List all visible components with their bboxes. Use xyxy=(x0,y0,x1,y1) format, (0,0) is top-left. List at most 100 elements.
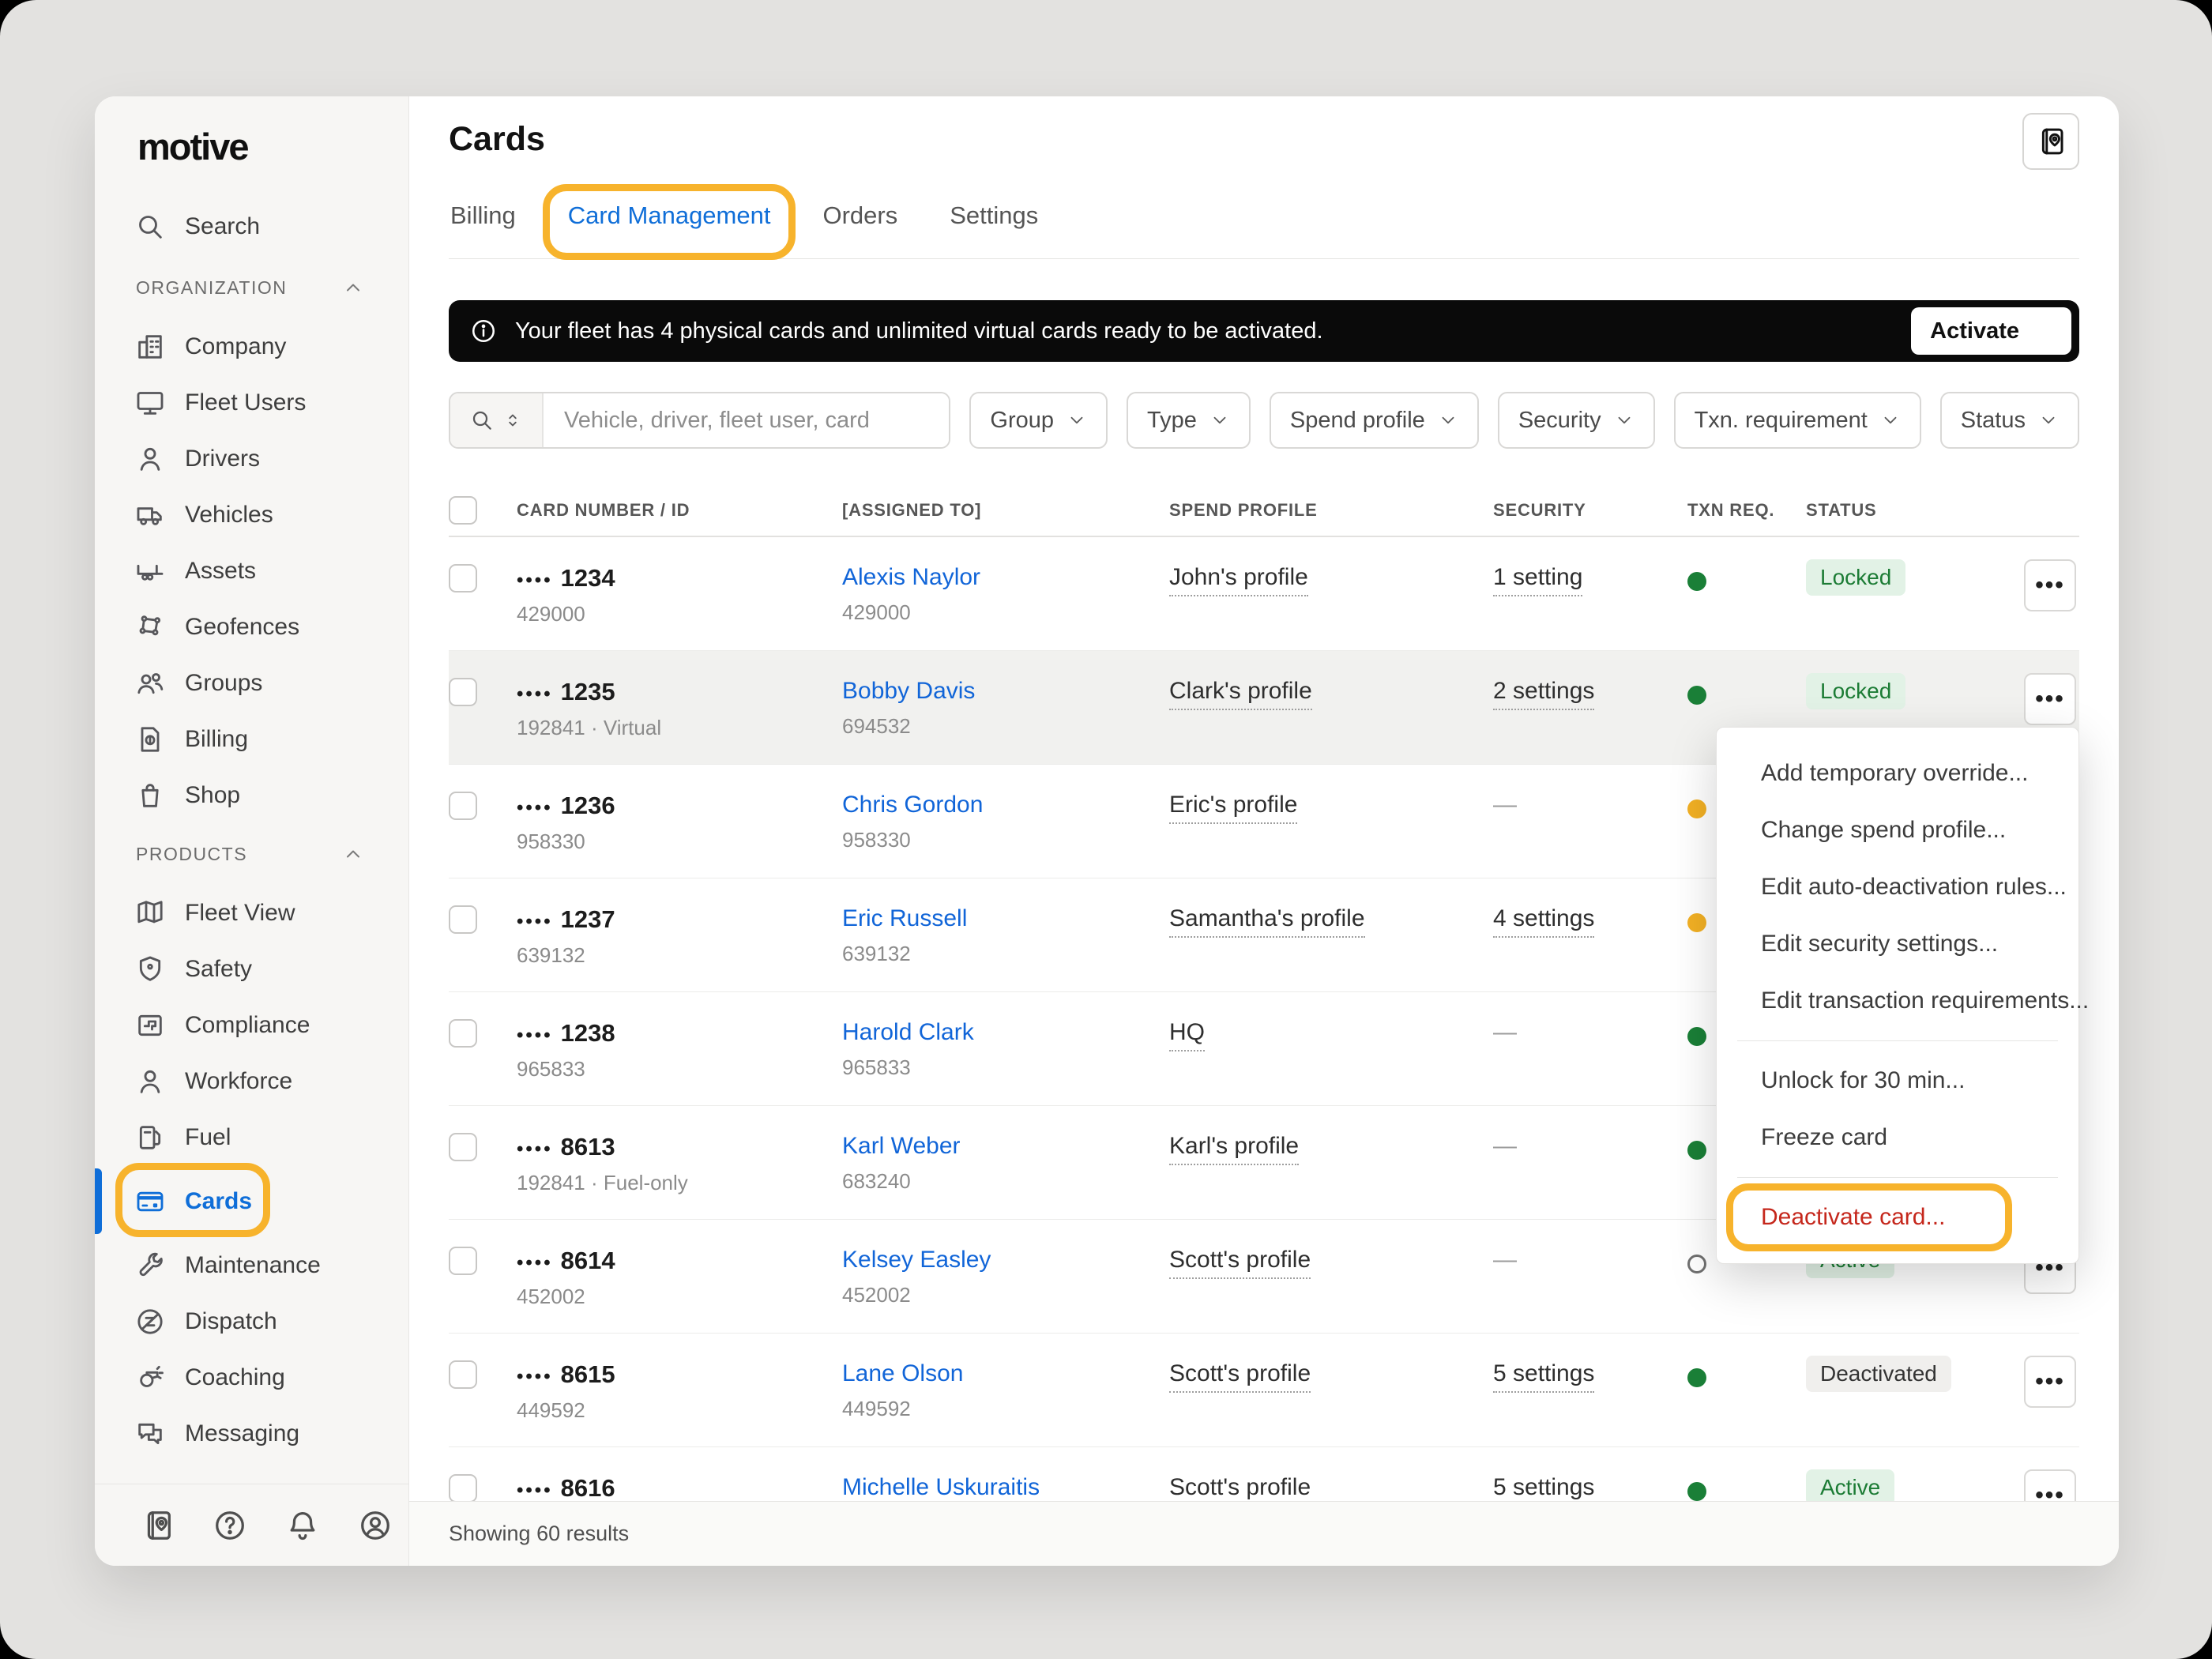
security-link[interactable]: 1 setting xyxy=(1493,564,1582,596)
chevron-up-icon xyxy=(342,276,364,299)
filter-txn-requirement[interactable]: Txn. requirement xyxy=(1674,392,1921,449)
sidebar-item-fleet-view[interactable]: Fleet View xyxy=(95,885,408,941)
row-checkbox[interactable] xyxy=(449,1474,477,1503)
sidebar-item-messaging[interactable]: Messaging xyxy=(95,1405,408,1462)
select-all-checkbox[interactable] xyxy=(449,496,477,525)
assigned-to-link[interactable]: Kelsey Easley xyxy=(842,1247,1169,1273)
filter-status[interactable]: Status xyxy=(1940,392,2079,449)
security-link[interactable]: 4 settings xyxy=(1493,905,1594,938)
assigned-to-link[interactable]: Eric Russell xyxy=(842,905,1169,932)
filter-group[interactable]: Group xyxy=(969,392,1108,449)
sidebar-footer xyxy=(95,1484,408,1566)
sidebar-item-label: Assets xyxy=(185,558,256,585)
txn-req-open-dot xyxy=(1687,1255,1706,1273)
sidebar-section-organization[interactable]: ORGANIZATION xyxy=(95,257,408,318)
assigned-to-id: 449592 xyxy=(842,1397,1169,1421)
menu-item-edit-transaction-requirements[interactable]: Edit transaction requirements... xyxy=(1717,972,2078,1029)
row-checkbox[interactable] xyxy=(449,792,477,820)
menu-item-add-temporary-override[interactable]: Add temporary override... xyxy=(1717,745,2078,802)
row-checkbox[interactable] xyxy=(449,564,477,592)
spend-profile-link[interactable]: Eric's profile xyxy=(1169,792,1297,824)
status-cell: Deactivated xyxy=(1806,1334,1996,1392)
sidebar-item-vehicles[interactable]: Vehicles xyxy=(95,487,408,543)
bell-icon[interactable] xyxy=(284,1507,321,1544)
txn-req-cell xyxy=(1687,1447,1806,1501)
assigned-to-id: 683240 xyxy=(842,1169,1169,1194)
row-checkbox[interactable] xyxy=(449,1360,477,1389)
row-checkbox-cell xyxy=(449,1220,517,1275)
row-checkbox[interactable] xyxy=(449,905,477,934)
spend-profile-link[interactable]: Scott's profile xyxy=(1169,1247,1311,1279)
security-link[interactable]: 5 settings xyxy=(1493,1360,1594,1393)
card-id: 639132 xyxy=(517,943,842,968)
sidebar-item-maintenance[interactable]: Maintenance xyxy=(95,1237,408,1293)
row-checkbox[interactable] xyxy=(449,1133,477,1161)
sidebar-item-drivers[interactable]: Drivers xyxy=(95,431,408,487)
activate-button[interactable]: Activate xyxy=(1911,307,2071,355)
sidebar-section-products[interactable]: PRODUCTS xyxy=(95,823,408,885)
search-input[interactable] xyxy=(544,393,949,447)
map-book-icon[interactable] xyxy=(139,1507,175,1544)
row-actions-button[interactable]: ••• xyxy=(2024,559,2076,611)
sidebar-item-coaching[interactable]: Coaching xyxy=(95,1349,408,1405)
sidebar-item-dispatch[interactable]: Dispatch xyxy=(95,1293,408,1349)
spend-profile-link[interactable]: Clark's profile xyxy=(1169,678,1312,710)
sidebar-item-geofences[interactable]: Geofences xyxy=(95,599,408,655)
menu-item-freeze-card[interactable]: Freeze card xyxy=(1717,1109,2078,1166)
assigned-to-link[interactable]: Lane Olson xyxy=(842,1360,1169,1387)
row-checkbox[interactable] xyxy=(449,678,477,706)
filter-security[interactable]: Security xyxy=(1498,392,1655,449)
sidebar-item-shop[interactable]: Shop xyxy=(95,767,408,823)
tab-billing[interactable]: Billing xyxy=(449,198,517,233)
column-header-txn-req: TXN REQ. xyxy=(1687,500,1806,521)
sidebar-item-cards[interactable]: Cards xyxy=(95,1173,408,1229)
spend-profile-link[interactable]: John's profile xyxy=(1169,564,1308,596)
card-number: ••••8614 xyxy=(517,1247,842,1275)
sidebar-item-search[interactable]: Search xyxy=(95,197,408,257)
sidebar-item-safety[interactable]: Safety xyxy=(95,941,408,997)
assigned-to-link[interactable]: Michelle Uskuraitis xyxy=(842,1474,1169,1501)
user-icon[interactable] xyxy=(357,1507,393,1544)
row-checkbox[interactable] xyxy=(449,1019,477,1048)
spend-profile-link[interactable]: Scott's profile xyxy=(1169,1360,1311,1393)
tab-orders[interactable]: Orders xyxy=(821,198,899,233)
row-checkbox[interactable] xyxy=(449,1247,477,1275)
menu-item-edit-security-settings[interactable]: Edit security settings... xyxy=(1717,916,2078,972)
filter-type[interactable]: Type xyxy=(1127,392,1251,449)
sidebar-item-fleet-users[interactable]: Fleet Users xyxy=(95,374,408,431)
assigned-to-link[interactable]: Chris Gordon xyxy=(842,792,1169,818)
menu-item-edit-auto-deactivation-rules[interactable]: Edit auto-deactivation rules... xyxy=(1717,859,2078,916)
sidebar-item-fuel[interactable]: Fuel xyxy=(95,1109,408,1165)
card-number: ••••1234 xyxy=(517,564,842,592)
assigned-to-link[interactable]: Bobby Davis xyxy=(842,678,1169,705)
assigned-to-link[interactable]: Harold Clark xyxy=(842,1019,1169,1046)
menu-item-change-spend-profile[interactable]: Change spend profile... xyxy=(1717,802,2078,859)
assigned-to-id: 452002 xyxy=(842,1283,1169,1307)
spend-profile-link[interactable]: Samantha's profile xyxy=(1169,905,1365,938)
row-actions-button[interactable]: ••• xyxy=(2024,1356,2076,1408)
menu-item-unlock-for-30-min[interactable]: Unlock for 30 min... xyxy=(1717,1052,2078,1109)
banner-text: Your fleet has 4 physical cards and unli… xyxy=(515,318,1323,344)
security-link[interactable]: 2 settings xyxy=(1493,678,1594,710)
sidebar-item-groups[interactable]: Groups xyxy=(95,655,408,711)
chevron-down-icon xyxy=(1880,410,1901,431)
filter-spend-profile[interactable]: Spend profile xyxy=(1270,392,1479,449)
help-icon[interactable] xyxy=(212,1507,248,1544)
assigned-to-link[interactable]: Alexis Naylor xyxy=(842,564,1169,591)
status-badge: Locked xyxy=(1806,559,1905,596)
sidebar-item-workforce[interactable]: Workforce xyxy=(95,1053,408,1109)
tab-card-management[interactable]: Card Management xyxy=(566,198,773,233)
assigned-to-link[interactable]: Karl Weber xyxy=(842,1133,1169,1160)
search-scope-control[interactable] xyxy=(450,393,544,447)
tab-settings[interactable]: Settings xyxy=(948,198,1040,233)
sidebar-item-billing[interactable]: Billing xyxy=(95,711,408,767)
spend-profile-link[interactable]: HQ xyxy=(1169,1019,1205,1051)
sidebar-item-company[interactable]: Company xyxy=(95,318,408,374)
sidebar-item-compliance[interactable]: Compliance xyxy=(95,997,408,1053)
spend-profile-link[interactable]: Karl's profile xyxy=(1169,1133,1299,1165)
menu-item-deactivate-card[interactable]: Deactivate card... xyxy=(1717,1189,2078,1246)
txn-req-cell xyxy=(1687,651,1806,705)
sidebar-item-assets[interactable]: Assets xyxy=(95,543,408,599)
card-map-button[interactable] xyxy=(2022,113,2079,170)
row-actions-button[interactable]: ••• xyxy=(2024,673,2076,725)
